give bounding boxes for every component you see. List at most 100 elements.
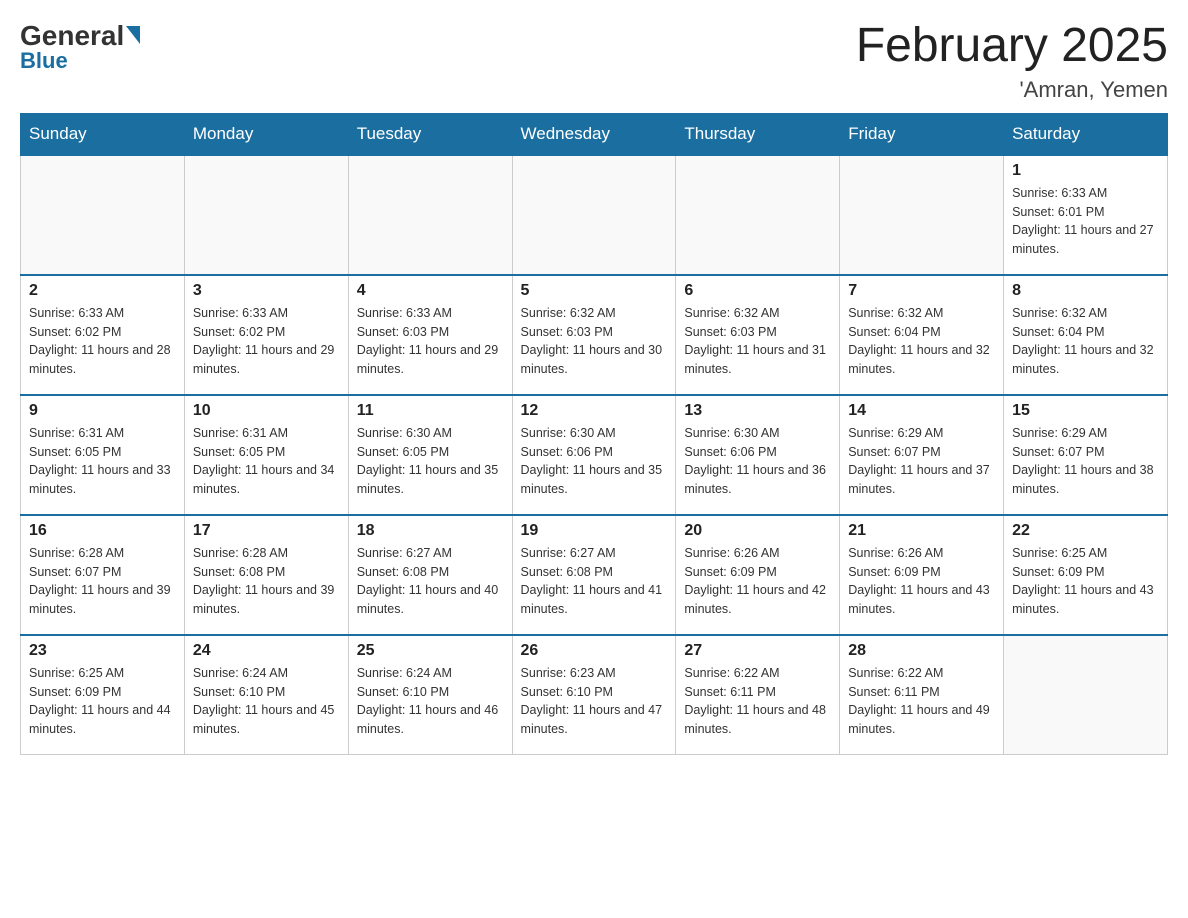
table-row: 2 Sunrise: 6:33 AM Sunset: 6:02 PM Daylig… (21, 275, 185, 395)
day-number: 20 (684, 522, 831, 540)
table-row: 17Sunrise: 6:28 AM Sunset: 6:08 PM Dayli… (184, 515, 348, 635)
day-info: Sunrise: 6:28 AM Sunset: 6:07 PM Dayligh… (29, 544, 176, 619)
day-info: Sunrise: 6:22 AM Sunset: 6:11 PM Dayligh… (848, 664, 995, 739)
day-number: 11 (357, 402, 504, 420)
day-number: 17 (193, 522, 340, 540)
table-row (348, 155, 512, 275)
day-number: 1 (1012, 162, 1159, 180)
day-info: Sunrise: 6:22 AM Sunset: 6:11 PM Dayligh… (684, 664, 831, 739)
table-row (676, 155, 840, 275)
table-row: 9 Sunrise: 6:31 AM Sunset: 6:05 PM Daylig… (21, 395, 185, 515)
day-number: 22 (1012, 522, 1159, 540)
day-header-wednesday: Wednesday (512, 113, 676, 155)
table-row (512, 155, 676, 275)
table-row: 27 Sunrise: 6:22 AM Sunset: 6:11 PM Dayli… (676, 635, 840, 755)
table-row: 14 Sunrise: 6:29 AM Sunset: 6:07 PM Dayli… (840, 395, 1004, 515)
day-number: 24 (193, 642, 340, 660)
table-row: 28Sunrise: 6:22 AM Sunset: 6:11 PM Dayli… (840, 635, 1004, 755)
day-number: 6 (684, 282, 831, 300)
day-number: 14 (848, 402, 995, 420)
logo: General Blue (20, 20, 140, 74)
table-row (184, 155, 348, 275)
day-number: 8 (1012, 282, 1159, 300)
table-row: 24 Sunrise: 6:24 AM Sunset: 6:10 PM Dayli… (184, 635, 348, 755)
table-row: 5 Sunrise: 6:32 AM Sunset: 6:03 PM Daylig… (512, 275, 676, 395)
table-row: 6 Sunrise: 6:32 AM Sunset: 6:03 PM Daylig… (676, 275, 840, 395)
day-number: 3 (193, 282, 340, 300)
day-info: Sunrise: 6:33 AM Sunset: 6:02 PM Dayligh… (193, 304, 340, 379)
table-row (840, 155, 1004, 275)
table-row: 22 Sunrise: 6:25 AM Sunset: 6:09 PM Dayli… (1004, 515, 1168, 635)
day-number: 13 (684, 402, 831, 420)
table-row: 13 Sunrise: 6:30 AM Sunset: 6:06 PM Dayli… (676, 395, 840, 515)
day-header-saturday: Saturday (1004, 113, 1168, 155)
table-row: 20 Sunrise: 6:26 AM Sunset: 6:09 PM Dayli… (676, 515, 840, 635)
day-info: Sunrise: 6:33 AM Sunset: 6:02 PM Dayligh… (29, 304, 176, 379)
title-block: February 2025 'Amran, Yemen (856, 20, 1168, 103)
table-row: 3 Sunrise: 6:33 AM Sunset: 6:02 PM Daylig… (184, 275, 348, 395)
day-info: Sunrise: 6:33 AM Sunset: 6:01 PM Dayligh… (1012, 184, 1159, 259)
day-info: Sunrise: 6:25 AM Sunset: 6:09 PM Dayligh… (1012, 544, 1159, 619)
month-title: February 2025 (856, 20, 1168, 73)
calendar-week-row: 9 Sunrise: 6:31 AM Sunset: 6:05 PM Daylig… (21, 395, 1168, 515)
day-info: Sunrise: 6:32 AM Sunset: 6:04 PM Dayligh… (1012, 304, 1159, 379)
day-number: 21 (848, 522, 995, 540)
table-row (21, 155, 185, 275)
calendar-week-row: 16 Sunrise: 6:28 AM Sunset: 6:07 PM Dayli… (21, 515, 1168, 635)
day-info: Sunrise: 6:32 AM Sunset: 6:04 PM Dayligh… (848, 304, 995, 379)
day-info: Sunrise: 6:32 AM Sunset: 6:03 PM Dayligh… (684, 304, 831, 379)
day-number: 5 (521, 282, 668, 300)
table-row: 21 Sunrise: 6:26 AM Sunset: 6:09 PM Dayli… (840, 515, 1004, 635)
day-header-sunday: Sunday (21, 113, 185, 155)
table-row (1004, 635, 1168, 755)
table-row: 15 Sunrise: 6:29 AM Sunset: 6:07 PM Dayli… (1004, 395, 1168, 515)
day-info: Sunrise: 6:30 AM Sunset: 6:06 PM Dayligh… (521, 424, 668, 499)
day-header-thursday: Thursday (676, 113, 840, 155)
table-row: 19 Sunrise: 6:27 AM Sunset: 6:08 PM Dayli… (512, 515, 676, 635)
day-number: 12 (521, 402, 668, 420)
day-info: Sunrise: 6:26 AM Sunset: 6:09 PM Dayligh… (684, 544, 831, 619)
day-header-monday: Monday (184, 113, 348, 155)
table-row: 12 Sunrise: 6:30 AM Sunset: 6:06 PM Dayli… (512, 395, 676, 515)
day-info: Sunrise: 6:31 AM Sunset: 6:05 PM Dayligh… (29, 424, 176, 499)
day-info: Sunrise: 6:32 AM Sunset: 6:03 PM Dayligh… (521, 304, 668, 379)
calendar-week-row: 2 Sunrise: 6:33 AM Sunset: 6:02 PM Daylig… (21, 275, 1168, 395)
calendar-week-row: 23 Sunrise: 6:25 AM Sunset: 6:09 PM Dayli… (21, 635, 1168, 755)
table-row: 18Sunrise: 6:27 AM Sunset: 6:08 PM Dayli… (348, 515, 512, 635)
day-number: 15 (1012, 402, 1159, 420)
location-title: 'Amran, Yemen (856, 77, 1168, 103)
day-info: Sunrise: 6:31 AM Sunset: 6:05 PM Dayligh… (193, 424, 340, 499)
day-info: Sunrise: 6:26 AM Sunset: 6:09 PM Dayligh… (848, 544, 995, 619)
calendar-header-row: SundayMondayTuesdayWednesdayThursdayFrid… (21, 113, 1168, 155)
day-info: Sunrise: 6:24 AM Sunset: 6:10 PM Dayligh… (193, 664, 340, 739)
day-number: 9 (29, 402, 176, 420)
day-info: Sunrise: 6:29 AM Sunset: 6:07 PM Dayligh… (848, 424, 995, 499)
table-row: 4 Sunrise: 6:33 AM Sunset: 6:03 PM Daylig… (348, 275, 512, 395)
day-info: Sunrise: 6:25 AM Sunset: 6:09 PM Dayligh… (29, 664, 176, 739)
day-info: Sunrise: 6:33 AM Sunset: 6:03 PM Dayligh… (357, 304, 504, 379)
day-number: 2 (29, 282, 176, 300)
table-row: 10 Sunrise: 6:31 AM Sunset: 6:05 PM Dayli… (184, 395, 348, 515)
day-info: Sunrise: 6:29 AM Sunset: 6:07 PM Dayligh… (1012, 424, 1159, 499)
day-number: 19 (521, 522, 668, 540)
table-row: 7 Sunrise: 6:32 AM Sunset: 6:04 PM Daylig… (840, 275, 1004, 395)
calendar-table: SundayMondayTuesdayWednesdayThursdayFrid… (20, 113, 1168, 756)
day-number: 23 (29, 642, 176, 660)
day-number: 4 (357, 282, 504, 300)
page-header: General Blue February 2025 'Amran, Yemen (20, 20, 1168, 103)
table-row: 11 Sunrise: 6:30 AM Sunset: 6:05 PM Dayli… (348, 395, 512, 515)
day-number: 27 (684, 642, 831, 660)
day-number: 16 (29, 522, 176, 540)
day-number: 10 (193, 402, 340, 420)
day-info: Sunrise: 6:27 AM Sunset: 6:08 PM Dayligh… (357, 544, 504, 619)
day-info: Sunrise: 6:30 AM Sunset: 6:06 PM Dayligh… (684, 424, 831, 499)
table-row: 8 Sunrise: 6:32 AM Sunset: 6:04 PM Daylig… (1004, 275, 1168, 395)
day-info: Sunrise: 6:30 AM Sunset: 6:05 PM Dayligh… (357, 424, 504, 499)
day-info: Sunrise: 6:24 AM Sunset: 6:10 PM Dayligh… (357, 664, 504, 739)
day-info: Sunrise: 6:27 AM Sunset: 6:08 PM Dayligh… (521, 544, 668, 619)
day-number: 7 (848, 282, 995, 300)
table-row: 23 Sunrise: 6:25 AM Sunset: 6:09 PM Dayli… (21, 635, 185, 755)
day-header-tuesday: Tuesday (348, 113, 512, 155)
day-number: 25 (357, 642, 504, 660)
calendar-week-row: 1 Sunrise: 6:33 AM Sunset: 6:01 PM Daylig… (21, 155, 1168, 275)
